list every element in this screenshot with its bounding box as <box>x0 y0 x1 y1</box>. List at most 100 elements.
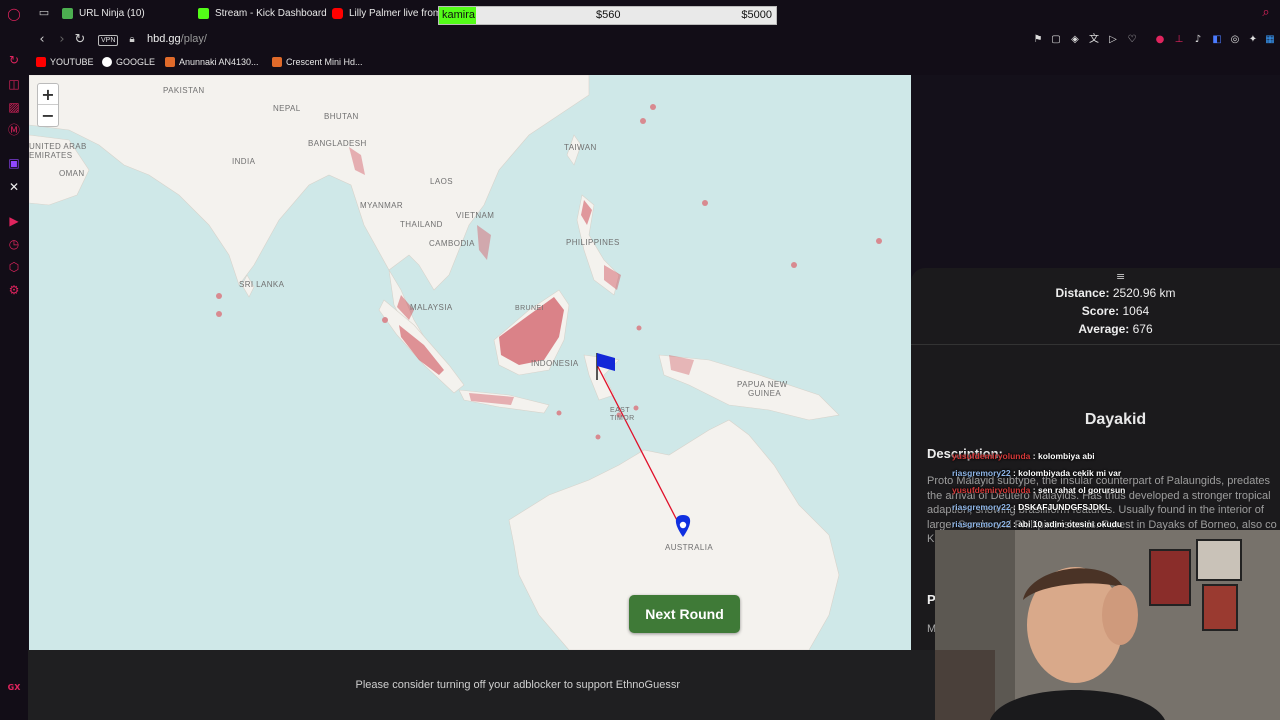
next-round-button[interactable]: Next Round <box>629 595 740 633</box>
island-dot <box>633 405 639 411</box>
island-dot <box>876 238 882 244</box>
label-brunei: BRUNEI <box>515 305 544 312</box>
google-icon <box>102 57 112 67</box>
bookmark-youtube[interactable]: YOUTUBE <box>36 57 94 67</box>
bookmark-icon[interactable]: ⚑ <box>1032 34 1044 46</box>
reload-icon[interactable]: ↻ <box>72 32 88 48</box>
tab-overview-icon[interactable]: ▭ <box>36 5 52 21</box>
label-east: EAST <box>610 407 630 414</box>
address-bar: ‹ › ↻ VPN 🔒︎ hbd.gg/play/ ⚑ ▢ ◈ 文 ▷ ♡ ● … <box>28 27 1280 53</box>
average-label: Average: <box>1078 322 1130 336</box>
extensions-icon[interactable]: ⬡ <box>6 259 22 275</box>
camera-icon[interactable]: ▢ <box>1050 34 1062 46</box>
youtube-favicon-icon <box>332 8 343 19</box>
profile-icon[interactable]: ▦ <box>1264 34 1276 46</box>
adblock-notice: Please consider turning off your adblock… <box>355 679 680 691</box>
tab-kick-dashboard[interactable]: Stream - Kick Dashboard <box>198 0 328 27</box>
hb-icon <box>272 57 282 67</box>
chat-username: yusufdemiryolunda <box>952 451 1031 461</box>
twitch-icon[interactable]: ▣ <box>6 155 22 171</box>
play-icon[interactable]: ▷ <box>1107 34 1119 46</box>
island-dot <box>636 325 642 331</box>
bookmark-label: Crescent Mini Hd... <box>286 57 363 67</box>
x-icon[interactable]: ✕ <box>6 179 22 195</box>
label-myanmar: MYANMAR <box>360 201 404 210</box>
opera-logo-icon[interactable]: ◯ <box>6 6 22 22</box>
bookmark-crescent[interactable]: Crescent Mini Hd... <box>272 57 363 67</box>
label-oman: OMAN <box>59 169 85 178</box>
chat-text: : sen rahat ol gorursun <box>1032 485 1126 495</box>
tab-url-ninja[interactable]: URL Ninja (10) <box>62 0 192 27</box>
zoom-out-button[interactable]: − <box>38 105 58 126</box>
snapshot-icon[interactable]: ◎ <box>1229 34 1241 46</box>
overlay-value-current: $560 <box>596 9 621 21</box>
bookmark-label: YOUTUBE <box>50 57 94 67</box>
island-dot <box>382 317 388 323</box>
player-icon[interactable]: ▶ <box>6 213 22 229</box>
heart-icon[interactable]: ♡ <box>1126 34 1138 46</box>
island-dot <box>556 410 562 416</box>
chat-text: : abi 10 adim otesini okudu <box>1012 519 1123 529</box>
distance-label: Distance: <box>1055 286 1110 300</box>
map-canvas <box>29 75 882 650</box>
zoom-in-button[interactable]: + <box>38 84 58 105</box>
marker-dot <box>679 521 687 529</box>
island-dot <box>791 262 797 268</box>
overlay-value-goal: $5000 <box>741 9 772 21</box>
chat-username: riasgremory22 <box>952 519 1011 529</box>
label-philippines: PHILIPPINES <box>566 238 620 247</box>
bookmark-anunnaki[interactable]: Anunnaki AN4130... <box>165 57 259 67</box>
mail-icon[interactable]: Ⓜ <box>6 122 22 138</box>
label-emirates: EMIRATES <box>29 151 73 160</box>
translate-icon[interactable]: 文 <box>1088 34 1100 46</box>
window-icon[interactable]: ◧ <box>1211 34 1223 46</box>
chat-text: : DSKAFJUNDGFSJDKL <box>1012 502 1111 512</box>
bag-icon[interactable]: ◫ <box>6 76 22 92</box>
label-india: INDIA <box>232 157 256 166</box>
url-domain: hbd.gg <box>147 33 181 45</box>
drag-handle-icon[interactable]: ≡ <box>1116 270 1125 283</box>
island-dot <box>640 118 646 124</box>
search-icon[interactable]: ⌕ <box>1258 5 1274 21</box>
score-value: 1064 <box>1122 304 1150 318</box>
url-path: /play/ <box>180 33 207 45</box>
puzzle-icon[interactable]: ✦ <box>1247 34 1259 46</box>
history-icon[interactable]: ↻ <box>6 52 22 68</box>
tab-lilly-palmer[interactable]: Lilly Palmer live from he <box>332 0 438 27</box>
url-field[interactable]: hbd.gg/play/ <box>147 33 207 45</box>
gx-icon[interactable]: GX <box>6 680 22 696</box>
music-icon[interactable]: ♪ <box>1192 34 1204 46</box>
clock-icon[interactable]: ◷ <box>6 236 22 252</box>
download-icon[interactable]: ⊥ <box>1173 34 1185 46</box>
chat-text: : kolombiya abi <box>1032 451 1095 461</box>
label-cambodia: CAMBODIA <box>429 239 475 248</box>
back-icon[interactable]: ‹ <box>34 32 50 48</box>
label-timor: TIMOR <box>610 415 635 422</box>
world-map[interactable]: PAKISTAN NEPAL BHUTAN BANGLADESH INDIA U… <box>29 75 911 650</box>
settings-icon[interactable]: ⚙ <box>6 282 22 298</box>
label-nepal: NEPAL <box>273 104 301 113</box>
vietnam-region <box>477 225 491 260</box>
adblock-icon[interactable]: ● <box>1154 34 1166 46</box>
stream-chat-overlay: yusufdemiryolunda : kolombiya abi riasgr… <box>952 448 1280 533</box>
browser-sidebar: ◯ ↻ ◫ ▨ Ⓜ ▣ ✕ ▶ ◷ ⬡ ⚙ GX <box>0 0 28 720</box>
score-row: Score: 1064 <box>911 302 1280 320</box>
bookmark-google[interactable]: GOOGLE <box>102 57 155 67</box>
tab-label: Lilly Palmer live from he <box>349 8 438 19</box>
phenotype-name: Dayakid <box>1084 411 1147 428</box>
chat-username: riasgremory22 <box>952 502 1011 512</box>
vpn-badge[interactable]: VPN <box>98 35 119 46</box>
kick-favicon-icon <box>198 8 209 19</box>
average-value: 676 <box>1132 322 1153 336</box>
divider <box>911 344 1280 345</box>
shield-icon[interactable]: ◈ <box>1069 34 1081 46</box>
label-thailand: THAILAND <box>400 220 443 229</box>
lock-icon[interactable]: 🔒︎ <box>124 32 140 48</box>
island-dot <box>216 293 222 299</box>
forward-icon[interactable]: › <box>54 32 70 48</box>
island-dot <box>702 200 708 206</box>
bookmark-label: Anunnaki AN4130... <box>179 57 259 67</box>
label-bangladesh: BANGLADESH <box>308 139 367 148</box>
paint-icon[interactable]: ▨ <box>6 99 22 115</box>
chat-text: : kolombiyada cekik mi var <box>1012 468 1122 478</box>
